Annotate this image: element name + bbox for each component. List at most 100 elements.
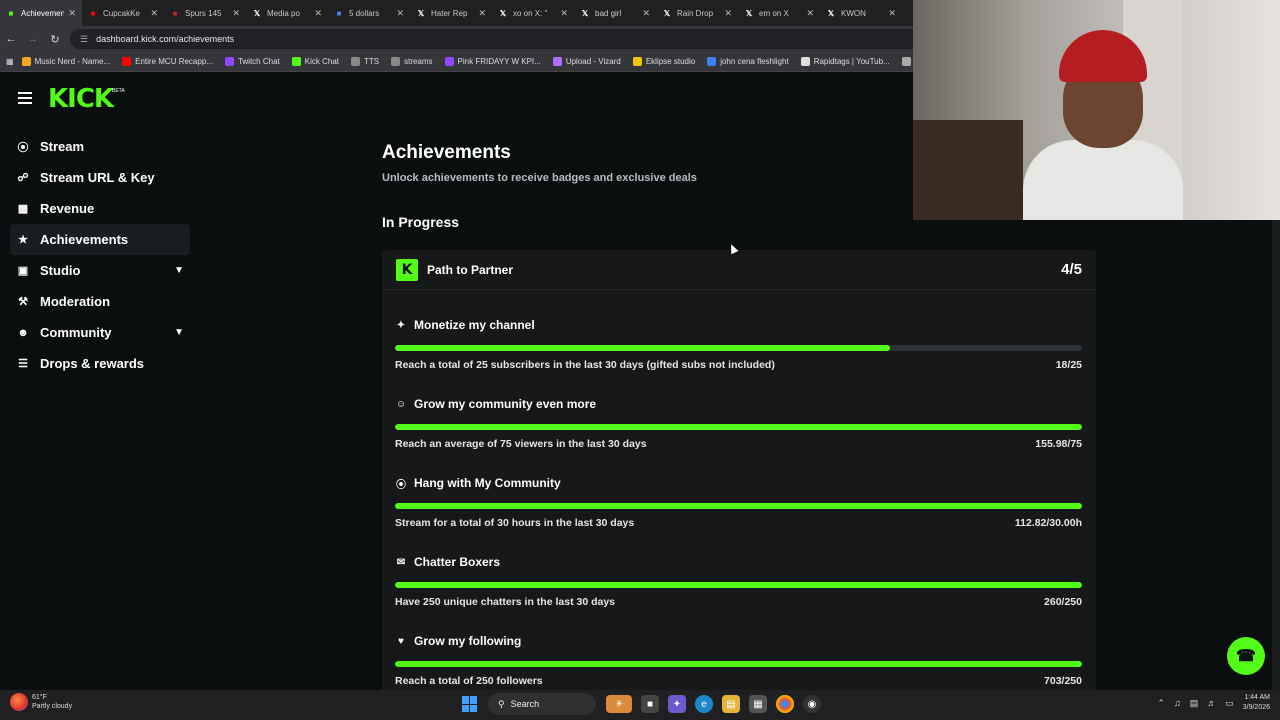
browser-tab[interactable]: ■ 5 dollars ✕ <box>328 0 410 26</box>
search-icon: ⚲ <box>498 698 505 709</box>
card-count: 4/5 <box>1061 261 1082 278</box>
close-tab-icon[interactable]: ✕ <box>396 8 404 19</box>
volume-icon[interactable]: ♬ <box>1207 698 1216 708</box>
bookmark-item[interactable]: john cena fleshlight <box>707 57 789 66</box>
sidebar-item-community[interactable]: ☻ Community ▼ <box>10 317 190 348</box>
browser-tab[interactable]: 𝕏bad girl ✕ <box>574 0 656 26</box>
browser-tab[interactable]: 𝕏 Media po ✕ <box>246 0 328 26</box>
chevron-up-icon[interactable]: ⌃ <box>1157 698 1165 709</box>
bookmark-item[interactable]: Music Nerd - Name... <box>21 57 110 66</box>
sidebar-item-label: Stream <box>40 139 85 154</box>
browser-tab[interactable]: 𝕏 Hater Rep ✕ <box>410 0 492 26</box>
url-field[interactable]: ☰ dashboard.kick.com/achievements <box>70 29 930 49</box>
file-explorer-icon[interactable]: ▤ <box>722 695 740 713</box>
forward-icon[interactable]: → <box>22 33 44 45</box>
menu-icon[interactable] <box>18 92 32 107</box>
bookmark-item[interactable]: Twitch Chat <box>224 57 280 66</box>
browser-tab[interactable]: 𝕏em on X ✕ <box>738 0 820 26</box>
tab-title: Rain Drop <box>677 8 714 18</box>
progress-bar <box>395 503 1082 509</box>
page-title: Achievements <box>382 142 511 163</box>
achievement-desc-row: Reach an average of 75 viewers in the la… <box>395 438 1082 450</box>
url-text: dashboard.kick.com/achievements <box>96 34 235 44</box>
achievement-item: ♥ Grow my following Reach a total of 250 f… <box>395 632 1082 687</box>
chevron-down-icon[interactable]: ▼ <box>174 327 184 338</box>
help-chat-button[interactable]: ☎ <box>1227 637 1265 675</box>
heart-icon: ♥ <box>398 635 404 647</box>
taskbar-search[interactable]: ⚲ Search <box>488 693 596 715</box>
sidebar-item-stream-url-key[interactable]: ☍ Stream URL & Key <box>10 162 190 193</box>
sidebar-item-stream[interactable]: ⦿ Stream <box>10 131 190 162</box>
browser-tab[interactable]: ■ CupcakKe ✕ <box>82 0 164 26</box>
close-tab-icon[interactable]: ✕ <box>560 8 568 19</box>
tab-title: Media po <box>267 8 300 18</box>
bookmark-favicon-icon <box>800 57 810 66</box>
bookmark-item[interactable]: Kick Chat <box>291 57 339 66</box>
weather-widget[interactable]: 61°F Partly cloudy <box>10 693 72 711</box>
sidebar: ⦿ Stream ☍ Stream URL & Key ▩ Revenue ★ Achieve… <box>10 131 190 379</box>
chevron-down-icon[interactable]: ▼ <box>174 265 184 276</box>
back-icon[interactable]: ← <box>0 33 22 45</box>
sidebar-item-moderation[interactable]: ⚒ Moderation <box>10 286 190 317</box>
close-tab-icon[interactable]: ✕ <box>888 8 896 19</box>
chrome-icon[interactable] <box>776 695 794 713</box>
tab-title: em on X <box>759 8 789 18</box>
bookmark-item[interactable]: Rapidtags | YouTub... <box>800 57 890 66</box>
close-tab-icon[interactable]: ✕ <box>478 8 486 19</box>
store-icon[interactable]: ▦ <box>749 695 767 713</box>
close-tab-icon[interactable]: ✕ <box>642 8 650 19</box>
battery-icon[interactable]: ▭ <box>1225 698 1234 709</box>
close-tab-icon[interactable]: ✕ <box>806 8 814 19</box>
obs-icon[interactable]: ◉ <box>803 695 821 713</box>
windows-start-icon[interactable] <box>462 696 478 712</box>
achievement-desc-row: Reach a total of 250 followers 703/250 <box>395 675 1082 687</box>
headset-icon: ☎ <box>1236 648 1256 665</box>
widget-icon[interactable]: ☀ <box>606 695 632 713</box>
browser-tab[interactable]: ■ Achievements✕ <box>0 0 82 26</box>
achievement-value: 18/25 <box>1055 359 1082 371</box>
page-scrollbar[interactable] <box>1272 220 1280 690</box>
close-tab-icon[interactable]: ✕ <box>232 8 240 19</box>
bookmark-label: streams <box>404 57 433 66</box>
sidebar-item-studio[interactable]: ▣ Studio ▼ <box>10 255 190 286</box>
sidebar-item-drops-rewards[interactable]: ☰ Drops & rewards <box>10 348 190 379</box>
bookmark-item[interactable]: Upload - Vizard <box>552 57 621 66</box>
achievement-desc: Have 250 unique chatters in the last 30 … <box>395 596 616 608</box>
bookmark-item[interactable]: Eklipse studio <box>632 57 696 66</box>
close-tab-icon[interactable]: ✕ <box>150 8 158 19</box>
bookmark-item[interactable]: Pink FRIDAYY W KPI... <box>444 57 541 66</box>
achievement-title-row: ♥ Grow my following <box>395 632 1082 650</box>
close-tab-icon[interactable]: ✕ <box>68 8 76 19</box>
card-title: Path to Partner <box>427 262 514 277</box>
sidebar-item-label: Achievements <box>40 232 129 247</box>
bookmark-item[interactable]: TTS <box>350 57 379 66</box>
edge-icon[interactable]: e <box>695 695 713 713</box>
browser-tab[interactable]: 𝕏xo on X: " ✕ <box>492 0 574 26</box>
browser-tab[interactable]: 𝕏 KWON ✕ <box>820 0 902 26</box>
site-info-icon[interactable]: ☰ <box>80 34 88 45</box>
copilot-icon[interactable]: ✦ <box>668 695 686 713</box>
weather-icon <box>10 693 28 711</box>
close-tab-icon[interactable]: ✕ <box>314 8 322 19</box>
browser-tab[interactable]: 𝕏 Rain Drop ✕ <box>656 0 738 26</box>
bookmark-label: Eklipse studio <box>645 57 696 66</box>
reload-icon[interactable]: ↻ <box>44 33 66 46</box>
task-view-icon[interactable]: ■ <box>641 695 659 713</box>
bookmark-item[interactable]: Entire MCU Recapp... <box>122 57 213 66</box>
achievement-title-row: ⦿ Hang with My Community <box>395 474 1082 492</box>
apps-icon[interactable]: ▦ <box>6 57 14 66</box>
clock[interactable]: 1:44 AM 3/9/2026 <box>1243 693 1270 713</box>
sidebar-item-achievements[interactable]: ★ Achievements <box>10 224 190 255</box>
close-tab-icon[interactable]: ✕ <box>724 8 732 19</box>
sidebar-item-revenue[interactable]: ▩ Revenue <box>10 193 190 224</box>
network-icon[interactable]: ▤ <box>1190 698 1199 709</box>
browser-tab[interactable]: ■ Spurs 145 ✕ <box>164 0 246 26</box>
bookmark-label: Entire MCU Recapp... <box>135 57 213 66</box>
bookmark-item[interactable]: streams <box>391 57 433 66</box>
x-icon: 𝕏 <box>827 8 835 18</box>
path-to-partner-card: K Path to Partner 4/5 ✦ Monetize my chann… <box>382 250 1096 690</box>
link-icon: ☍ <box>17 172 29 184</box>
microphone-icon[interactable]: ♫ <box>1174 698 1181 708</box>
kick-logo[interactable]: KICK <box>48 84 114 114</box>
bookmark-label: Rapidtags | YouTub... <box>813 57 890 66</box>
